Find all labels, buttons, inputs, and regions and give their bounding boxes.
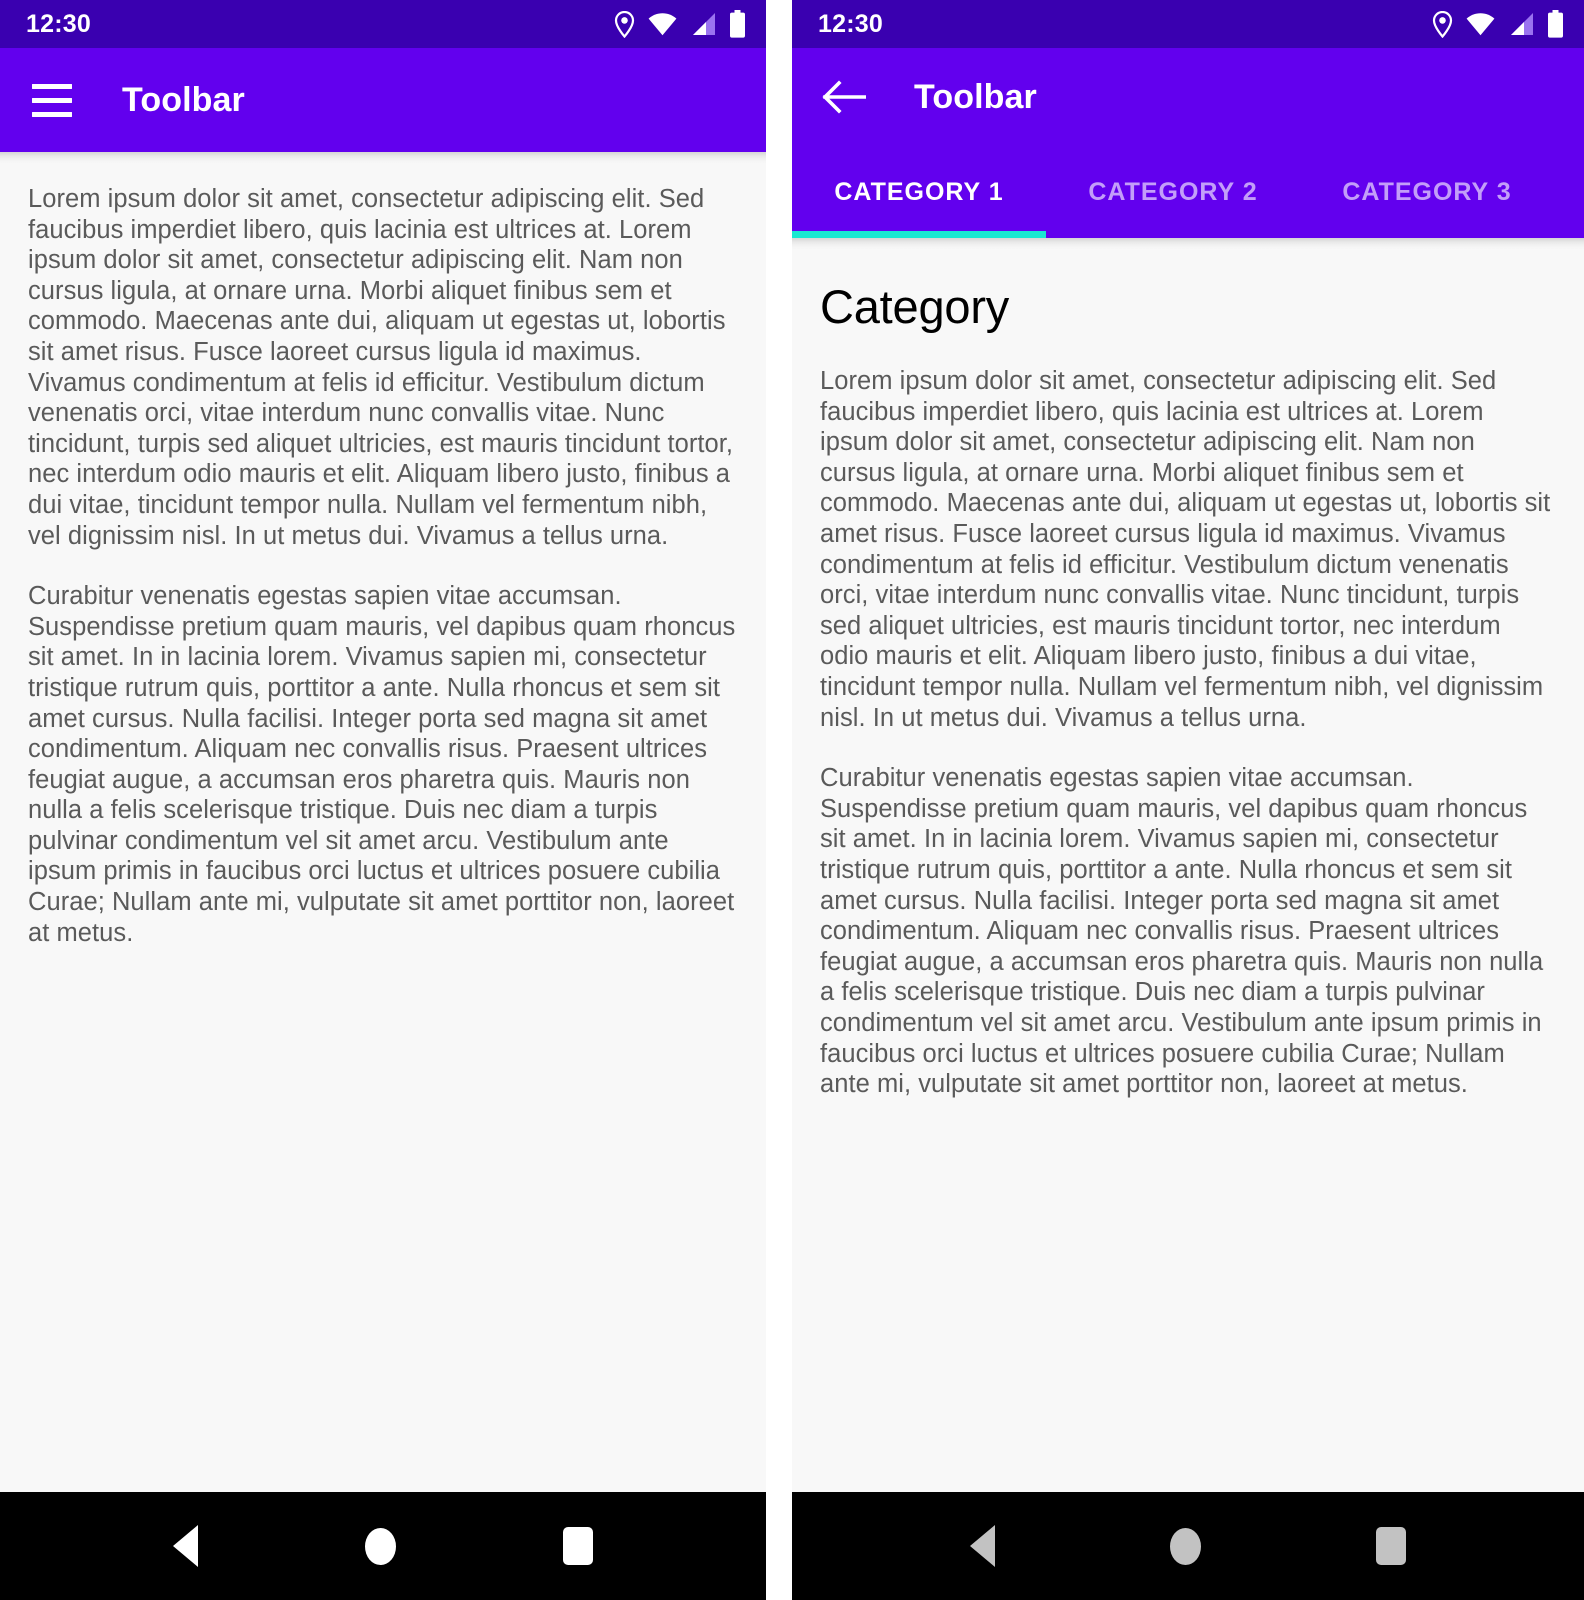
page-content: Category Lorem ipsum dolor sit amet, con…	[792, 238, 1584, 1492]
status-bar-icons	[614, 10, 746, 38]
tab-category-2[interactable]: CATEGORY 2	[1046, 146, 1300, 238]
right-phone-screen: 12:30 Toolbar CATEGORY 1 CATEGORY 2 CATE…	[792, 0, 1584, 1600]
status-bar: 12:30	[792, 0, 1584, 48]
toolbar-title: Toolbar	[914, 78, 1037, 116]
home-circle-icon[interactable]	[364, 1527, 396, 1565]
wifi-icon	[648, 12, 677, 36]
battery-icon	[729, 10, 746, 38]
back-arrow-button[interactable]	[818, 71, 870, 123]
status-bar: 12:30	[0, 0, 766, 48]
back-arrow-icon	[822, 80, 866, 114]
battery-icon	[1547, 10, 1564, 38]
left-phone-screen: 12:30 Toolbar Lorem ipsum dolor sit amet…	[0, 0, 766, 1600]
app-toolbar: Toolbar	[0, 48, 766, 152]
tab-active-indicator	[792, 231, 1046, 238]
hamburger-menu-icon	[32, 83, 72, 117]
cellular-signal-icon	[1508, 12, 1534, 36]
location-pin-icon	[1432, 10, 1453, 38]
body-paragraph-1: Lorem ipsum dolor sit amet, consectetur …	[28, 185, 734, 550]
dual-screenshot-comparison: 12:30 Toolbar Lorem ipsum dolor sit amet…	[0, 0, 1584, 1600]
back-triangle-icon[interactable]	[969, 1525, 995, 1567]
recents-square-icon[interactable]	[562, 1527, 593, 1565]
toolbar-title: Toolbar	[122, 81, 245, 119]
system-navigation-bar	[792, 1492, 1584, 1600]
page-content: Lorem ipsum dolor sit amet, consectetur …	[0, 152, 766, 1492]
hamburger-menu-button[interactable]	[26, 74, 78, 126]
tab-category-3[interactable]: CATEGORY 3	[1300, 146, 1554, 238]
tab-category-1[interactable]: CATEGORY 1	[792, 146, 1046, 238]
status-bar-clock: 12:30	[26, 9, 91, 38]
category-tab-bar: CATEGORY 1 CATEGORY 2 CATEGORY 3	[792, 146, 1584, 238]
tab-label: CATEGORY 1	[834, 177, 1004, 206]
status-bar-icons	[1432, 10, 1564, 38]
status-bar-clock: 12:30	[818, 9, 883, 38]
system-navigation-bar	[0, 1492, 766, 1600]
page-title: Category	[820, 280, 1010, 333]
app-toolbar: Toolbar	[792, 48, 1584, 146]
body-paragraph-1: Lorem ipsum dolor sit amet, consectetur …	[820, 367, 1551, 732]
back-triangle-icon[interactable]	[173, 1525, 199, 1567]
wifi-icon	[1466, 12, 1495, 36]
screen-divider	[766, 0, 792, 1600]
home-circle-icon[interactable]	[1169, 1527, 1201, 1565]
location-pin-icon	[614, 10, 635, 38]
tab-label: CATEGORY 3	[1342, 177, 1512, 206]
cellular-signal-icon	[690, 12, 716, 36]
tab-label: CATEGORY 2	[1088, 177, 1258, 206]
recents-square-icon[interactable]	[1376, 1527, 1407, 1565]
body-paragraph-2: Curabitur venenatis egestas sapien vitae…	[28, 582, 736, 947]
body-paragraph-2: Curabitur venenatis egestas sapien vitae…	[820, 764, 1544, 1099]
